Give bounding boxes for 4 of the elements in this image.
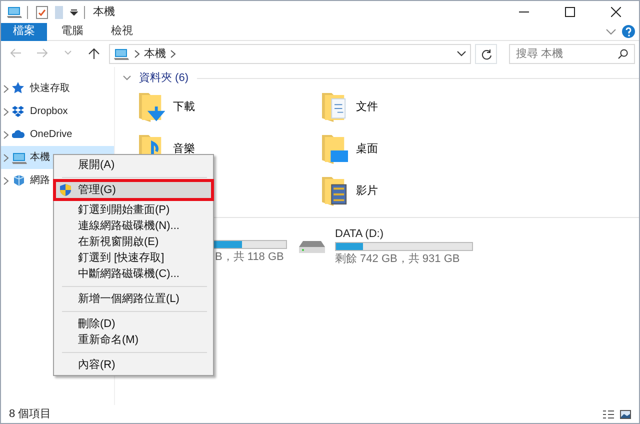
drive-usage: 剩餘 742 GB，共 931 GB xyxy=(335,252,460,267)
window-title: 本機 xyxy=(93,4,115,20)
drive-usage: B，共 118 GB xyxy=(215,250,284,265)
status-text: 8 個項目 xyxy=(9,406,52,422)
